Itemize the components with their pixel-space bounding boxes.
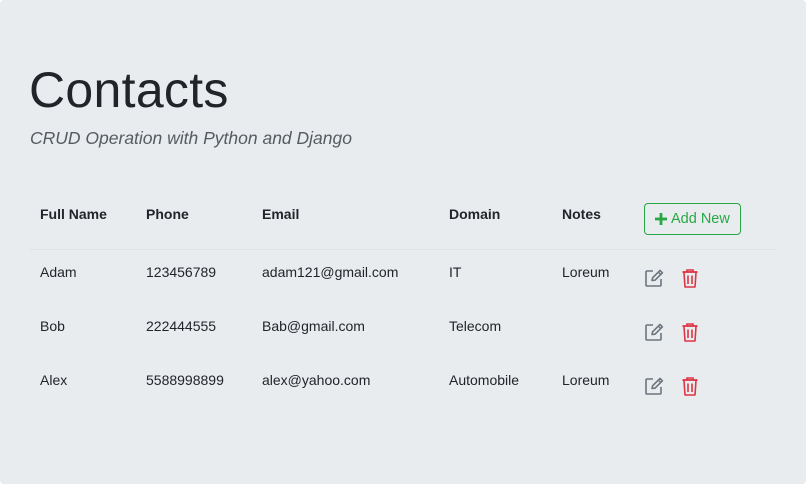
column-header-label: Notes xyxy=(562,206,601,222)
contacts-table: Full Name Phone Email Domain Notes Add N… xyxy=(30,183,776,412)
edit-icon[interactable] xyxy=(644,322,664,342)
table-row: Adam 123456789 adam121@gmail.com IT Lore… xyxy=(30,250,776,305)
cell-actions xyxy=(634,358,776,412)
jumbotron: Contacts CRUD Operation with Python and … xyxy=(0,0,806,484)
table-body: Adam 123456789 adam121@gmail.com IT Lore… xyxy=(30,250,776,413)
add-new-label: Add New xyxy=(671,211,730,227)
cell-text: Bab@gmail.com xyxy=(262,318,365,334)
cell-full-name: Adam xyxy=(30,250,136,305)
cell-domain: Automobile xyxy=(439,358,552,412)
trash-icon[interactable] xyxy=(680,268,700,288)
cell-phone: 222444555 xyxy=(136,304,252,358)
cell-text: adam121@gmail.com xyxy=(262,264,399,280)
row-actions xyxy=(644,268,766,288)
edit-icon[interactable] xyxy=(644,268,664,288)
table-row: Alex 5588998899 alex@yahoo.com Automobil… xyxy=(30,358,776,412)
cell-notes: Loreum xyxy=(552,358,634,412)
add-new-button[interactable]: Add New xyxy=(644,203,741,235)
cell-text: Loreum xyxy=(562,264,610,280)
table-header: Full Name Phone Email Domain Notes Add N… xyxy=(30,183,776,250)
column-header-label: Phone xyxy=(146,206,189,222)
cell-text: Adam xyxy=(40,264,77,280)
row-actions xyxy=(644,376,766,396)
cell-text: IT xyxy=(449,264,462,280)
cell-text: alex@yahoo.com xyxy=(262,372,371,388)
column-header-label: Domain xyxy=(449,206,501,222)
trash-icon[interactable] xyxy=(680,322,700,342)
column-header-actions: Add New xyxy=(634,183,776,250)
table-row: Bob 222444555 Bab@gmail.com Telecom xyxy=(30,304,776,358)
cell-text: 123456789 xyxy=(146,264,217,280)
cell-text: 5588998899 xyxy=(146,372,224,388)
page-subtitle: CRUD Operation with Python and Django xyxy=(30,128,352,148)
cell-notes: Loreum xyxy=(552,250,634,305)
cell-text: 222444555 xyxy=(146,318,217,334)
cell-domain: IT xyxy=(439,250,552,305)
column-header-domain: Domain xyxy=(439,183,552,250)
column-header-notes: Notes xyxy=(552,183,634,250)
cell-full-name: Bob xyxy=(30,304,136,358)
cell-email: adam121@gmail.com xyxy=(252,250,439,305)
cell-notes xyxy=(552,304,634,358)
column-header-email: Email xyxy=(252,183,439,250)
cell-email: Bab@gmail.com xyxy=(252,304,439,358)
table-header-row: Full Name Phone Email Domain Notes Add N… xyxy=(30,183,776,250)
cell-text: Bob xyxy=(40,318,65,334)
column-header-full-name: Full Name xyxy=(30,183,136,250)
column-header-phone: Phone xyxy=(136,183,252,250)
cell-actions xyxy=(634,304,776,358)
trash-icon[interactable] xyxy=(680,376,700,396)
plus-icon xyxy=(655,213,667,225)
column-header-label: Email xyxy=(262,206,300,222)
cell-domain: Telecom xyxy=(439,304,552,358)
cell-phone: 123456789 xyxy=(136,250,252,305)
cell-phone: 5588998899 xyxy=(136,358,252,412)
cell-text: Loreum xyxy=(562,372,610,388)
edit-icon[interactable] xyxy=(644,376,664,396)
row-actions xyxy=(644,322,766,342)
column-header-label: Full Name xyxy=(40,206,107,222)
cell-text: Alex xyxy=(40,372,68,388)
cell-text: Telecom xyxy=(449,318,502,334)
cell-full-name: Alex xyxy=(30,358,136,412)
cell-text: Automobile xyxy=(449,372,520,388)
cell-actions xyxy=(634,250,776,305)
page-title: Contacts xyxy=(29,62,229,118)
cell-email: alex@yahoo.com xyxy=(252,358,439,412)
